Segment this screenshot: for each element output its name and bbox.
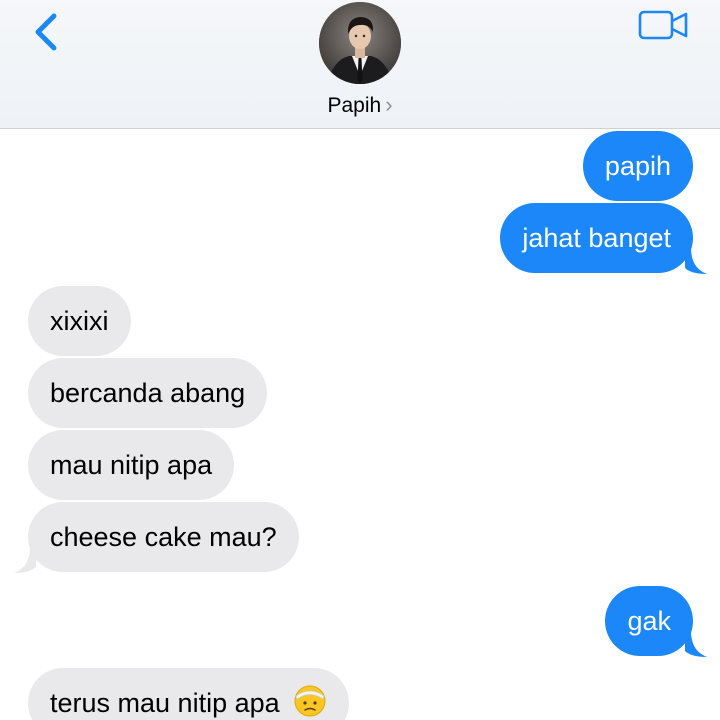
message-bubble-received[interactable]: bercanda abang	[28, 358, 268, 428]
chevron-left-icon	[35, 13, 57, 51]
message-text: terus mau nitip apa	[50, 688, 280, 718]
message-text: cheese cake mau?	[50, 522, 277, 552]
chevron-right-icon: ›	[385, 92, 393, 117]
avatar-photo	[319, 2, 401, 84]
conversation-header: Papih ›	[0, 0, 720, 129]
message-text: bercanda abang	[50, 378, 246, 408]
message-text: jahat banget	[522, 223, 671, 253]
message-text: xixixi	[50, 306, 109, 336]
face-with-head-bandage-emoji-icon	[294, 685, 326, 717]
message-text: gak	[627, 606, 671, 636]
message-bubble-received[interactable]: cheese cake mau?	[28, 502, 299, 572]
message-bubble-sent[interactable]: jahat banget	[500, 203, 693, 273]
video-camera-icon	[638, 10, 688, 40]
message-bubble-received[interactable]: mau nitip apa	[28, 430, 235, 500]
contact-name-button[interactable]: Papih ›	[0, 92, 720, 118]
bubble-tail	[685, 248, 707, 274]
contact-name-label: Papih	[327, 94, 382, 117]
contact-avatar[interactable]	[319, 2, 401, 84]
facetime-video-button[interactable]	[638, 10, 690, 40]
message-bubble-received[interactable]: xixixi	[28, 286, 131, 356]
message-bubble-sent[interactable]: papih	[582, 131, 693, 201]
bubble-tail	[685, 631, 707, 657]
bubble-tail	[14, 547, 36, 573]
message-text: papih	[604, 151, 671, 181]
message-bubble-received[interactable]: terus mau nitip apa	[28, 668, 350, 720]
message-bubble-sent[interactable]: gak	[605, 586, 693, 656]
back-button[interactable]	[28, 8, 68, 56]
message-text: mau nitip apa	[50, 450, 213, 480]
chat-screen: Papih › papih jahat banget xixixi bercand…	[0, 0, 720, 720]
